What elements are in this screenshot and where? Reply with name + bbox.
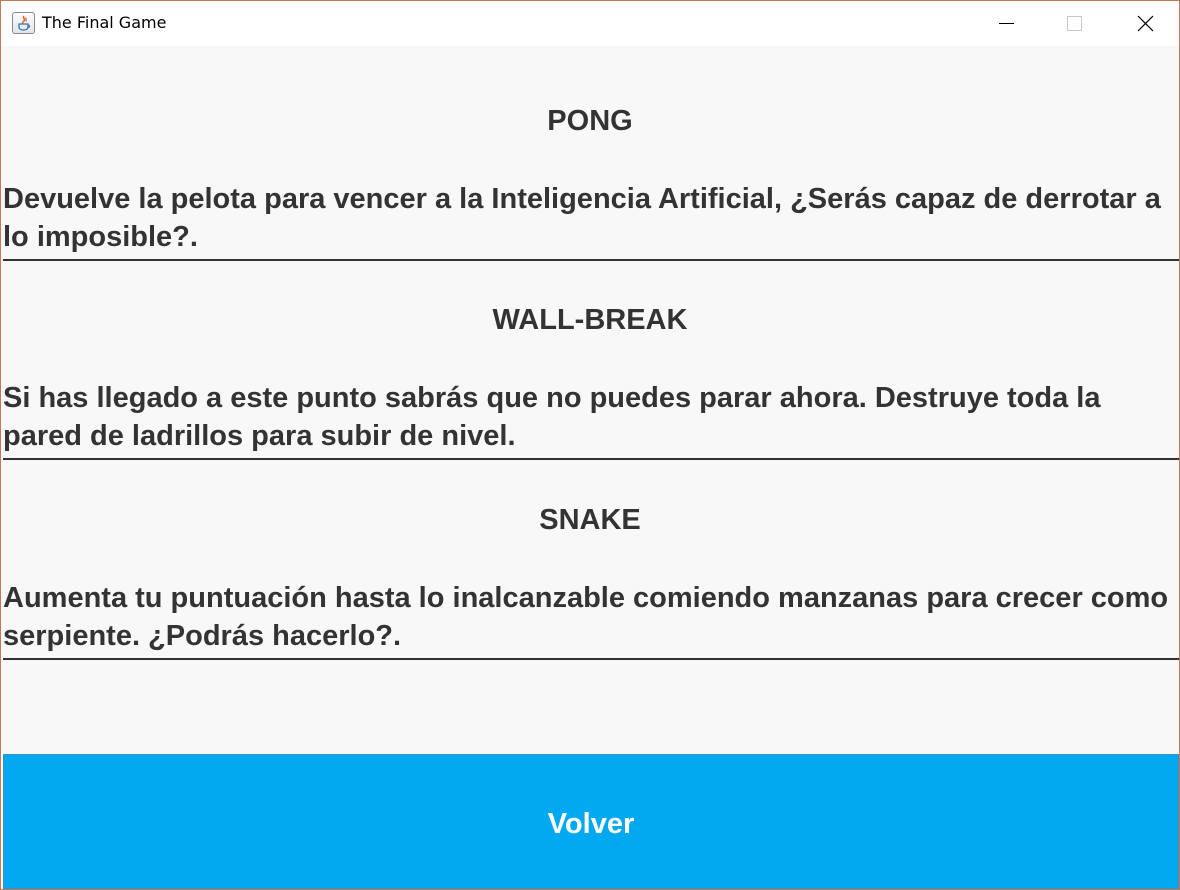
back-button[interactable]: Volver xyxy=(3,754,1179,889)
game-section-pong: PONG Devuelve la pelota para vencer a la… xyxy=(1,104,1179,304)
game-title: WALL-BREAK xyxy=(492,304,688,336)
divider xyxy=(3,259,1179,261)
minimize-button[interactable] xyxy=(983,1,1029,46)
game-description: Si has llegado a este punto sabrás que n… xyxy=(3,382,1101,452)
minimize-icon xyxy=(999,23,1014,24)
games-info-panel: PONG Devuelve la pelota para vencer a la… xyxy=(1,46,1179,754)
divider xyxy=(3,458,1179,460)
game-title: SNAKE xyxy=(539,504,641,536)
back-button-label: Volver xyxy=(547,808,635,840)
close-button[interactable] xyxy=(1121,1,1167,46)
game-description: Devuelve la pelota para vencer a la Inte… xyxy=(3,183,1161,253)
java-icon[interactable] xyxy=(12,12,35,34)
title-bar[interactable]: The Final Game xyxy=(1,1,1179,46)
game-section-snake: SNAKE Aumenta tu puntuación hasta lo ina… xyxy=(1,503,1179,703)
app-window: The Final Game PONG Devuelve la pelota p… xyxy=(0,0,1180,890)
game-title: PONG xyxy=(547,105,633,137)
game-description: Aumenta tu puntuación hasta lo inalcanza… xyxy=(3,582,1169,652)
maximize-button[interactable] xyxy=(1052,1,1098,46)
game-section-wall-break: WALL-BREAK Si has llegado a este punto s… xyxy=(1,303,1179,503)
maximize-icon xyxy=(1067,16,1082,31)
close-icon xyxy=(1137,15,1154,32)
window-title: The Final Game xyxy=(42,13,167,32)
divider xyxy=(3,658,1179,660)
